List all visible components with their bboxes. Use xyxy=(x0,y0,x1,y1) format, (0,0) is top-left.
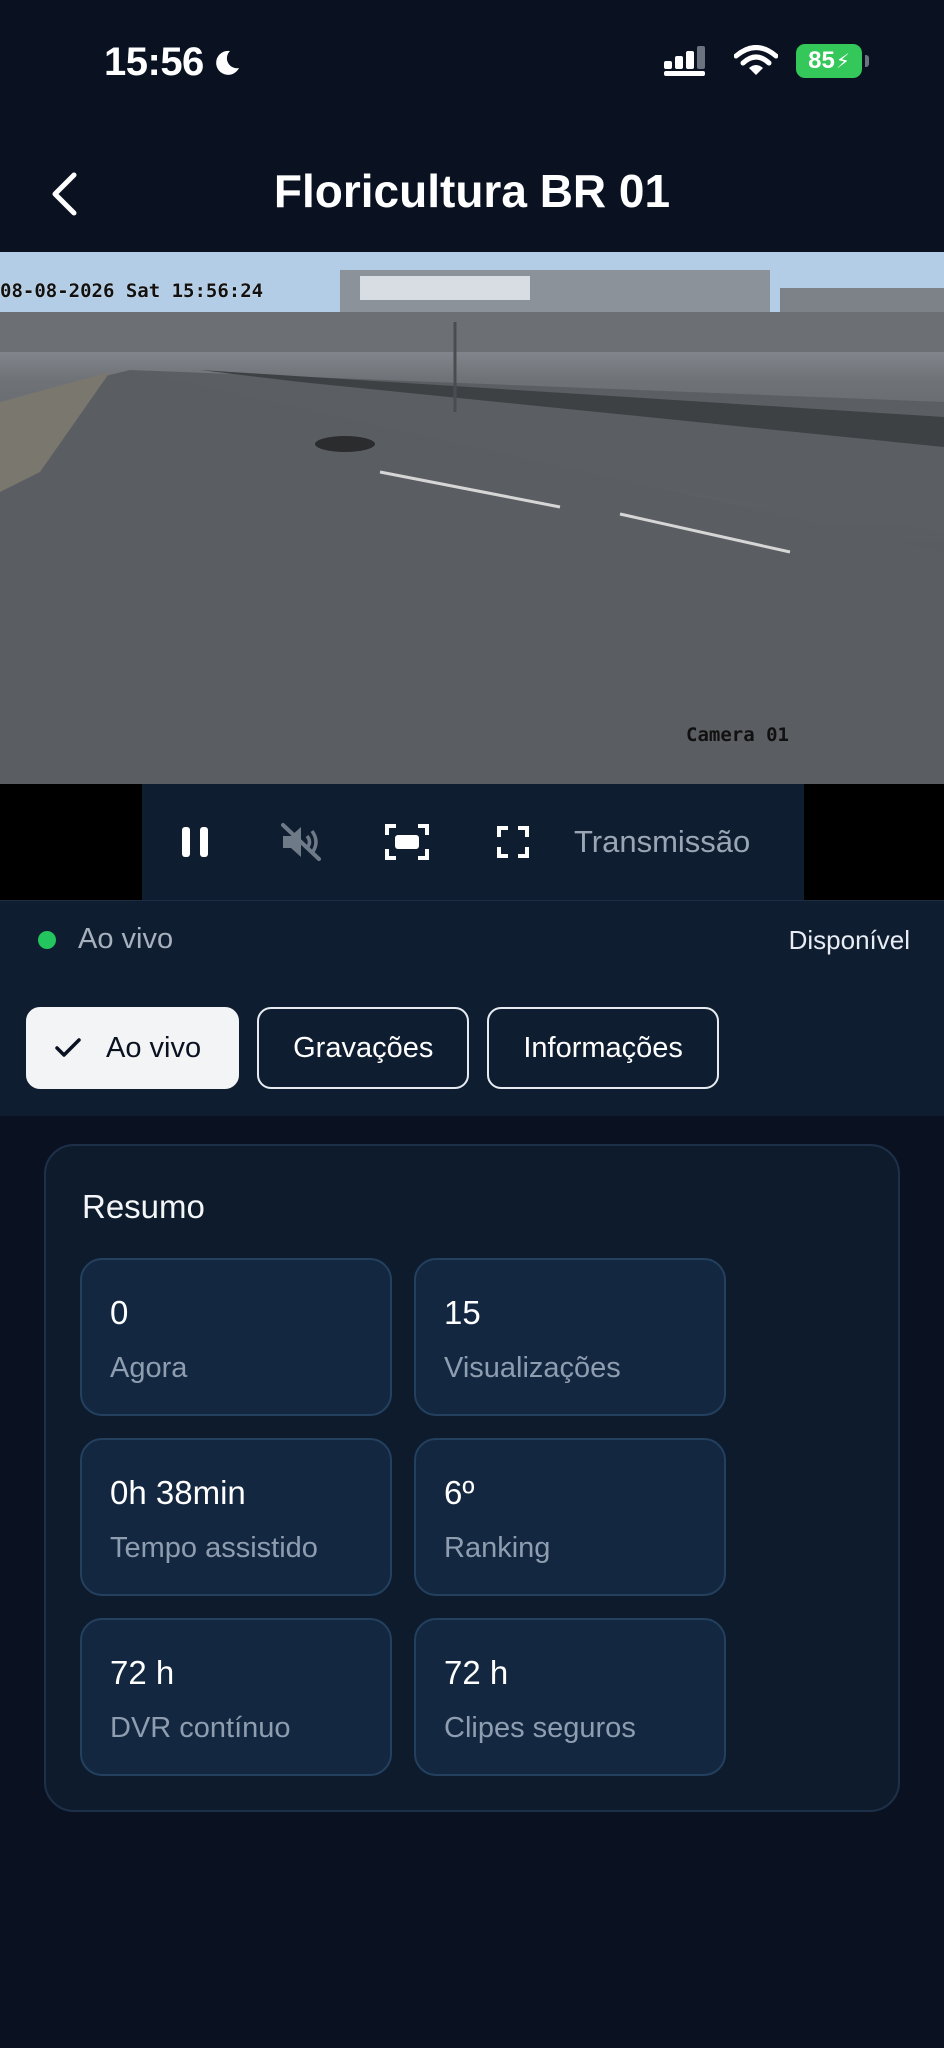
charging-bolt-icon: ⚡ xyxy=(835,50,850,73)
player-controls: Transmissão xyxy=(142,784,804,900)
stat-label: DVR contínuo xyxy=(110,1712,291,1744)
fit-screen-icon xyxy=(385,824,429,860)
summary-card: Resumo 0 Agora 15 Visualizações 0h 38min… xyxy=(44,1144,900,1812)
stat-value: 15 xyxy=(444,1294,481,1331)
tab-information-label: Informações xyxy=(523,1031,683,1064)
stream-status-panel: Ao vivo Disponível Ao vivo Gravações Inf… xyxy=(0,900,944,1116)
stat-label: Visualizações xyxy=(444,1352,621,1384)
moon-icon xyxy=(215,50,239,75)
camera-live-video[interactable]: 08-08-2026 Sat 15:56:24 Camera 01 xyxy=(0,252,944,784)
stat-watch-time: 0h 38min Tempo assistido xyxy=(80,1438,392,1596)
stat-label: Tempo assistido xyxy=(110,1532,318,1564)
navigation-header: Floricultura BR 01 xyxy=(0,140,944,250)
status-bar: 15:56 85 ⚡ xyxy=(0,0,944,130)
tab-information[interactable]: Informações xyxy=(487,1007,719,1089)
wifi-icon xyxy=(734,45,778,75)
tab-live[interactable]: Ao vivo xyxy=(26,1007,240,1089)
stat-value: 72 h xyxy=(444,1654,509,1691)
fit-screen-button[interactable] xyxy=(354,784,460,900)
live-indicator-dot xyxy=(38,931,56,949)
tab-live-label: Ao vivo xyxy=(106,1031,202,1064)
battery-indicator: 85 ⚡ xyxy=(796,44,869,78)
camera-scene xyxy=(0,252,944,784)
fullscreen-button[interactable] xyxy=(460,784,566,900)
stat-now: 0 Agora xyxy=(80,1258,392,1416)
pause-icon xyxy=(182,827,208,857)
speaker-muted-icon xyxy=(281,823,321,861)
camera-label: Camera 01 xyxy=(686,724,789,746)
status-indicators: 85 ⚡ xyxy=(664,44,869,78)
battery-level: 85 xyxy=(808,47,835,74)
stat-safe-clips: 72 h Clipes seguros xyxy=(414,1618,726,1776)
stat-label: Agora xyxy=(110,1352,188,1384)
stat-continuous-dvr: 72 h DVR contínuo xyxy=(80,1618,392,1776)
stat-value: 6º xyxy=(444,1474,475,1511)
video-timestamp: 08-08-2026 Sat 15:56:24 xyxy=(0,280,264,302)
status-time: 15:56 xyxy=(104,40,242,85)
summary-title: Resumo xyxy=(82,1188,205,1225)
stat-value: 0h 38min xyxy=(110,1474,246,1511)
status-time-text: 15:56 xyxy=(104,40,204,84)
tab-bar: Ao vivo Gravações Informações xyxy=(26,1007,719,1089)
page-title: Floricultura BR 01 xyxy=(273,165,671,217)
pause-button[interactable] xyxy=(142,784,248,900)
stat-value: 0 xyxy=(110,1294,129,1331)
stat-views: 15 Visualizações xyxy=(414,1258,726,1416)
fullscreen-icon xyxy=(497,826,529,858)
stat-label: Clipes seguros xyxy=(444,1712,636,1744)
check-icon xyxy=(55,1038,81,1057)
cellular-signal-icon xyxy=(664,46,705,76)
live-status-label: Ao vivo xyxy=(78,923,174,955)
tab-recordings[interactable]: Gravações xyxy=(257,1007,470,1089)
stat-label: Ranking xyxy=(444,1532,551,1564)
broadcast-button[interactable]: Transmissão xyxy=(574,824,750,860)
mute-button[interactable] xyxy=(248,784,354,900)
tab-recordings-label: Gravações xyxy=(293,1031,434,1064)
stat-value: 72 h xyxy=(110,1654,175,1691)
availability-status: Disponível xyxy=(788,925,910,955)
stat-ranking: 6º Ranking xyxy=(414,1438,726,1596)
